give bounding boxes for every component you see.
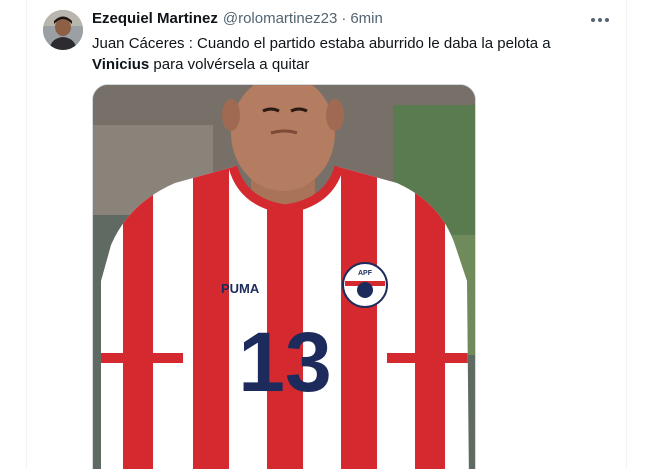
tweet-text: Juan Cáceres : Cuando el partido estaba …: [92, 33, 592, 75]
more-horizontal-icon-dot: [598, 18, 602, 22]
jersey-number: 13: [238, 315, 331, 409]
timeline-right-border: [626, 0, 627, 469]
avatar[interactable]: [43, 10, 83, 50]
tweet-photo[interactable]: APF PUMA 13: [92, 84, 476, 469]
separator-dot: ·: [341, 10, 347, 27]
author-handle[interactable]: @rolomartinez23: [223, 10, 337, 27]
more-options-button[interactable]: [585, 8, 615, 32]
more-horizontal-icon: [591, 18, 595, 22]
badge-text: APF: [358, 270, 373, 277]
tweet-text-bold: Vinicius: [92, 56, 150, 73]
tweet-text-part2: para volvérsela a quitar: [149, 56, 310, 73]
player-photo: APF PUMA 13: [93, 85, 475, 469]
tweet-text-part1: Juan Cáceres : Cuando el partido estaba …: [92, 35, 551, 52]
timestamp[interactable]: 6min: [350, 10, 383, 27]
tweet[interactable]: Ezequiel Martinez @rolomartinez23 · 6min…: [27, 0, 626, 469]
author-name[interactable]: Ezequiel Martinez: [92, 10, 218, 27]
tweet-header: Ezequiel Martinez @rolomartinez23 · 6min: [92, 10, 383, 30]
jersey-brand: PUMA: [221, 281, 260, 296]
more-horizontal-icon-dot: [605, 18, 609, 22]
